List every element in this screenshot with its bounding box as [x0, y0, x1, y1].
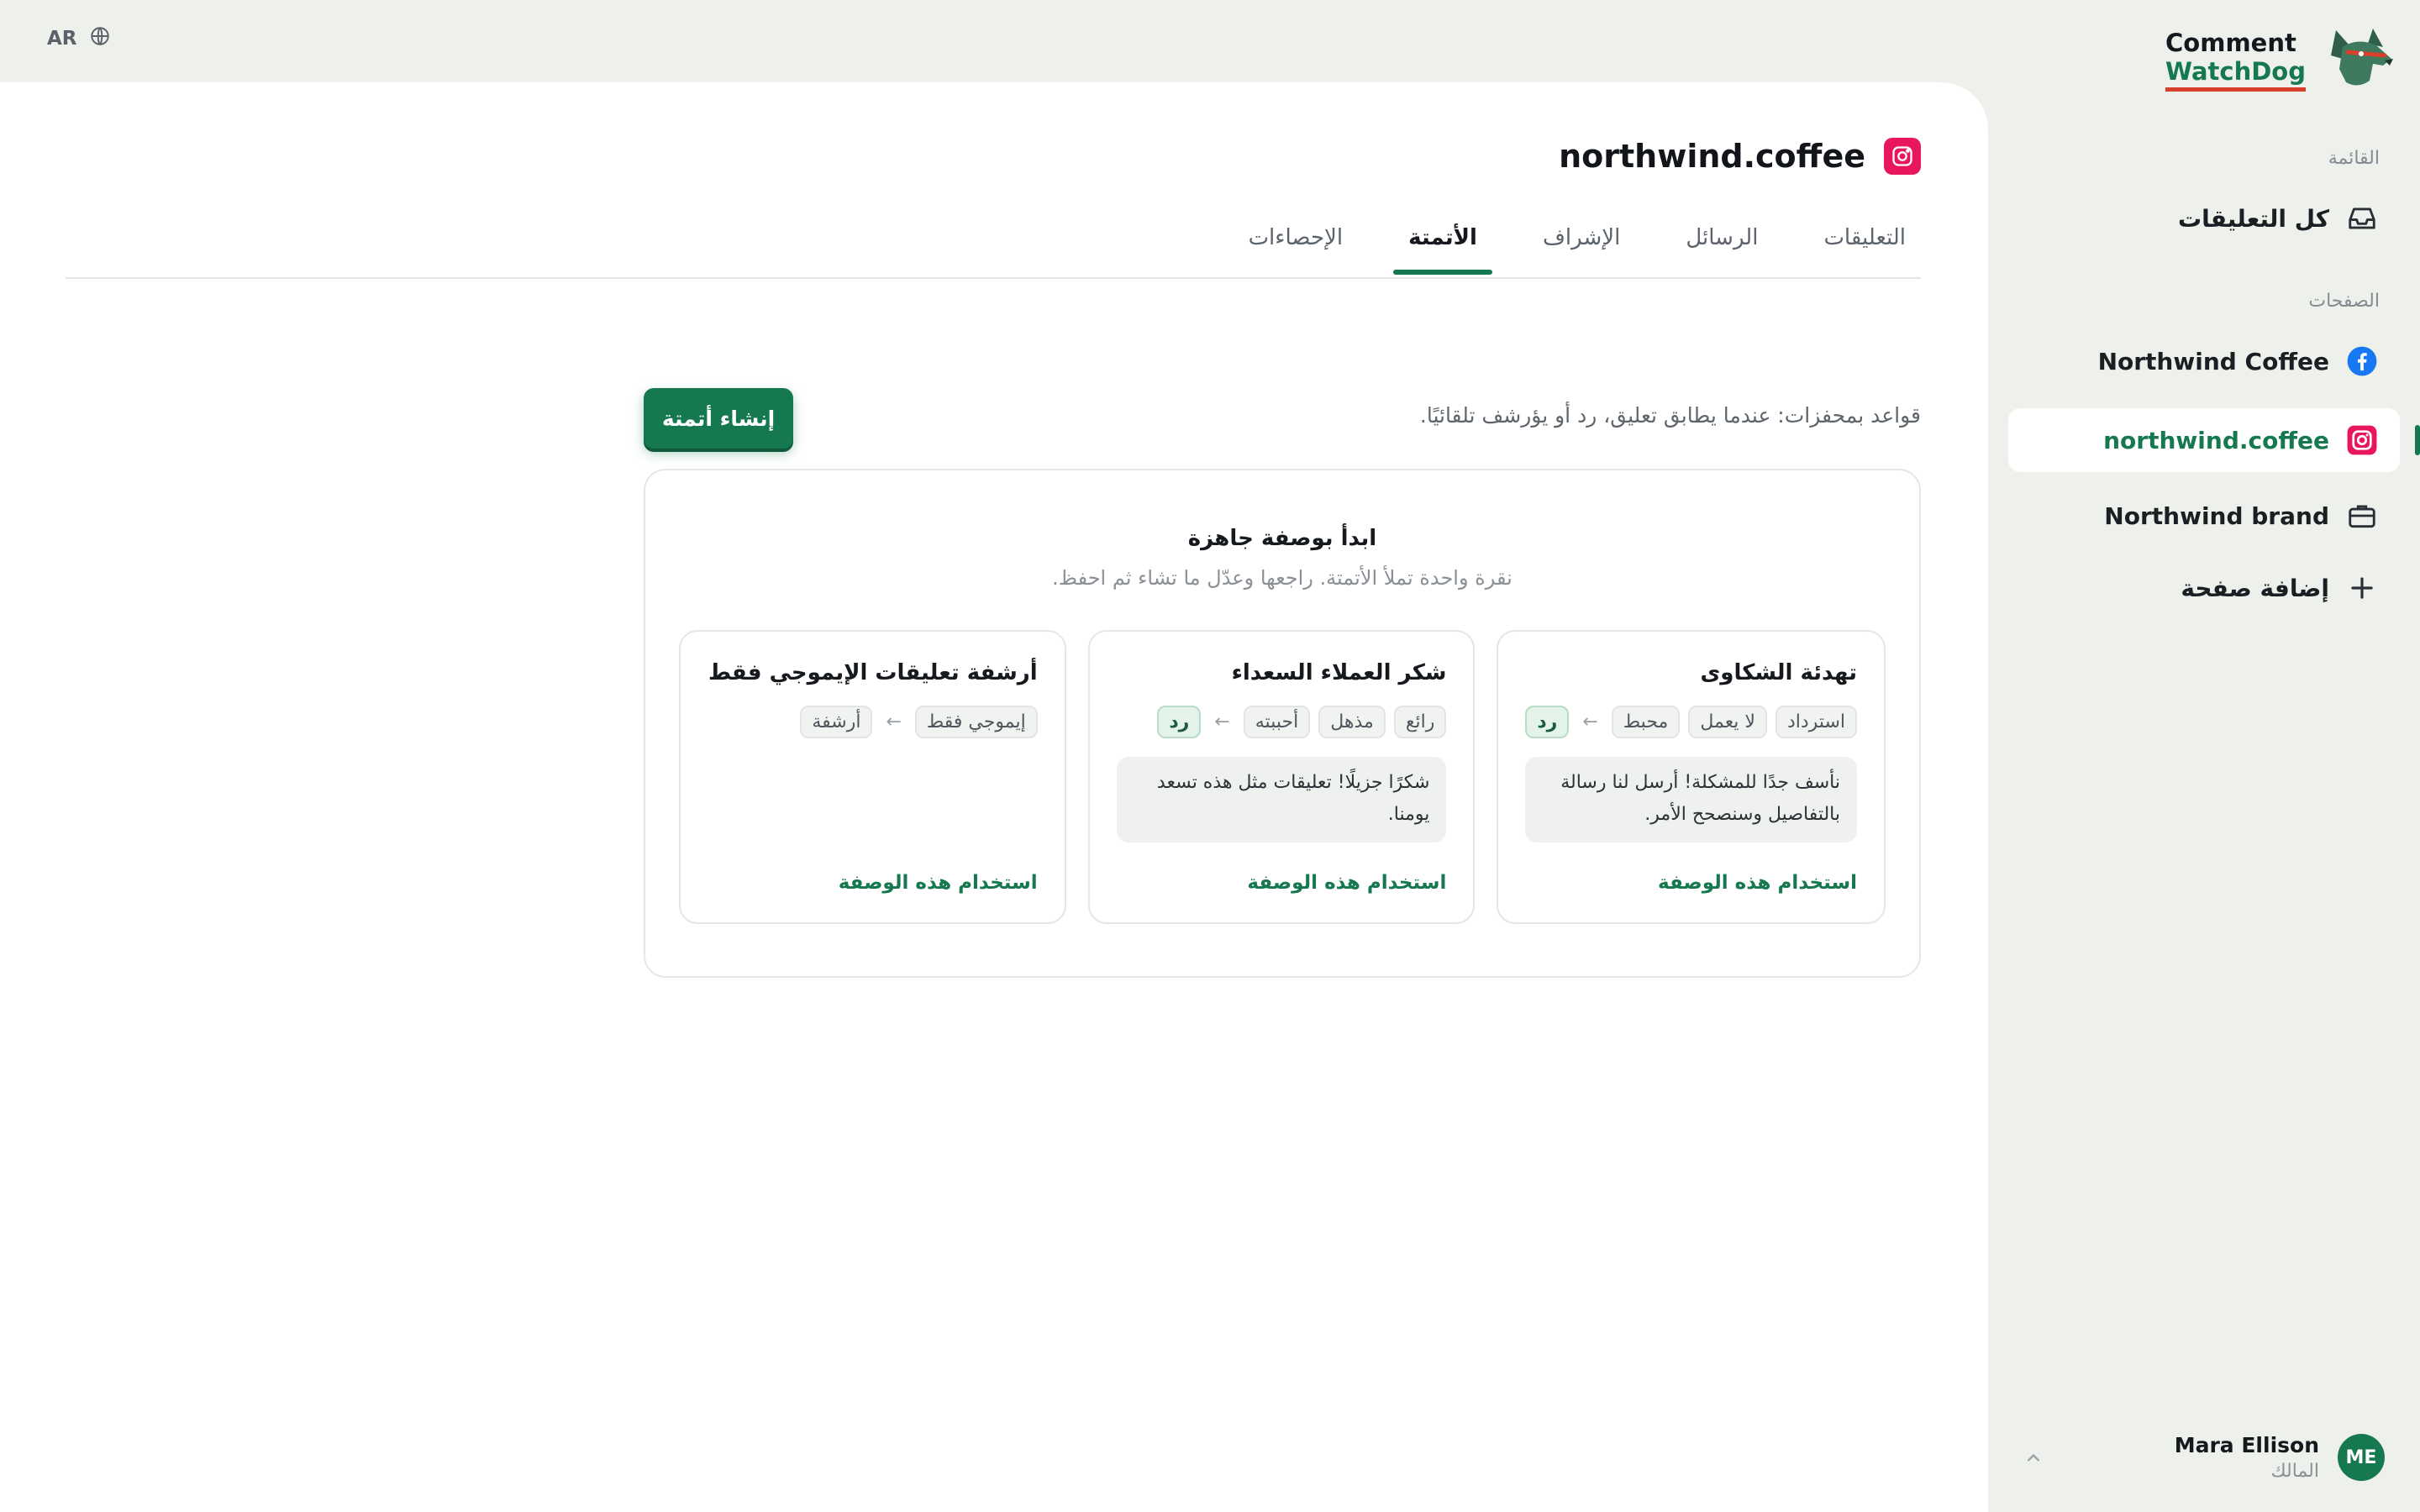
- globe-icon: [89, 25, 111, 52]
- action-chip: رد: [1157, 706, 1202, 738]
- sidebar-item-label: كل التعليقات: [2177, 204, 2329, 233]
- brand-line-2: WatchDog: [2165, 56, 2306, 92]
- recipe-card: شكر العملاء السعداء رائع مذهل أحببته ← ر…: [1087, 630, 1476, 924]
- sidebar: Comment WatchDog القائمة كل التعليقات ال…: [1988, 0, 2420, 1512]
- recipe-title: شكر العملاء السعداء: [1231, 660, 1447, 685]
- recipe-rule: استرداد لا يعمل محبط ← رد: [1525, 706, 1857, 738]
- add-page-button[interactable]: إضافة صفحة: [2181, 563, 2380, 613]
- trigger-chip: إيموجي فقط: [914, 706, 1038, 738]
- briefcase-icon: [2344, 498, 2380, 533]
- brand[interactable]: Comment WatchDog: [2165, 22, 2395, 96]
- reply-preview: شكرًا جزيلًا! تعليقات مثل هذه تسعد يومنا…: [1116, 757, 1447, 843]
- recipe-card: تهدئة الشكاوى استرداد لا يعمل محبط ← رد …: [1497, 630, 1886, 924]
- inbox-icon: [2344, 201, 2380, 236]
- dog-logo-icon: [2324, 22, 2395, 96]
- arrow-left-icon: ←: [1214, 711, 1230, 732]
- recipe-cards: تهدئة الشكاوى استرداد لا يعمل محبط ← رد …: [678, 630, 1886, 924]
- trigger-chip: استرداد: [1775, 706, 1857, 738]
- page-header: northwind.coffee: [1559, 138, 1921, 175]
- active-item-indicator: [2415, 425, 2420, 455]
- trigger-chip: محبط: [1611, 706, 1681, 738]
- create-automation-button[interactable]: إنشاء أتمتة: [644, 388, 793, 449]
- tab-automation[interactable]: الأتمتة: [1393, 217, 1492, 275]
- action-chip: أرشفة: [800, 706, 873, 738]
- brand-line-1: Comment: [2165, 28, 2296, 57]
- arrow-left-icon: ←: [886, 711, 902, 732]
- recipes-panel: ابدأ بوصفة جاهزة نقرة واحدة تملأ الأتمتة…: [644, 469, 1921, 978]
- chevron-up-icon[interactable]: [2022, 1446, 2045, 1470]
- user-name: Mara Ellison: [2174, 1433, 2319, 1457]
- user-info: Mara Ellison المالك: [2175, 1433, 2319, 1482]
- recipe-rule: رائع مذهل أحببته ← رد: [1117, 706, 1447, 738]
- tab-bar: التعليقات الرسائل الإشراف الأتمتة الإحصا…: [66, 217, 1921, 279]
- plus-icon: [2344, 570, 2380, 606]
- brand-name: Comment WatchDog: [2165, 28, 2306, 92]
- language-code: AR: [47, 28, 77, 50]
- user-menu[interactable]: ME Mara Ellison المالك: [2175, 1433, 2385, 1482]
- sidebar-item-label: Northwind Coffee: [2097, 347, 2329, 375]
- recipe-rule: إيموجي فقط ← أرشفة: [708, 706, 1038, 738]
- sidebar-item-label: Northwind brand: [2104, 501, 2329, 530]
- tab-statistics[interactable]: الإحصاءات: [1234, 217, 1359, 272]
- arrow-left-icon: ←: [1582, 711, 1598, 732]
- avatar: ME: [2338, 1434, 2385, 1481]
- automation-description: قواعد بمحفزات: عندما يطابق تعليق، رد أو …: [1419, 403, 1921, 428]
- trigger-chip: رائع: [1393, 706, 1447, 738]
- tab-comments[interactable]: التعليقات: [1808, 217, 1921, 272]
- main-panel: northwind.coffee التعليقات الرسائل الإشر…: [0, 82, 1988, 1512]
- recipe-title: تهدئة الشكاوى: [1700, 660, 1857, 685]
- sidebar-item-label: northwind.coffee: [2103, 426, 2329, 454]
- user-role: المالك: [2270, 1461, 2319, 1482]
- sidebar-item-northwind-brand[interactable]: Northwind brand: [2104, 491, 2380, 541]
- use-recipe-link[interactable]: استخدام هذه الوصفة: [1247, 872, 1446, 894]
- facebook-icon: [2344, 344, 2380, 379]
- page-title: northwind.coffee: [1559, 138, 1865, 175]
- language-switch[interactable]: AR: [47, 25, 111, 52]
- recipe-card: أرشفة تعليقات الإيموجي فقط إيموجي فقط ← …: [678, 630, 1066, 924]
- menu-section-label: القائمة: [2328, 148, 2380, 169]
- use-recipe-link[interactable]: استخدام هذه الوصفة: [1658, 872, 1857, 894]
- pages-section-label: الصفحات: [2308, 291, 2380, 312]
- action-chip: رد: [1525, 706, 1570, 738]
- instagram-icon: [2344, 423, 2380, 458]
- trigger-chip: لا يعمل: [1688, 706, 1767, 738]
- sidebar-item-northwind-coffee-instagram[interactable]: northwind.coffee: [2103, 415, 2380, 465]
- tab-moderation[interactable]: الإشراف: [1528, 217, 1635, 272]
- reply-preview: نأسف جدًا للمشكلة! أرسل لنا رسالة بالتفا…: [1525, 757, 1857, 843]
- add-page-label: إضافة صفحة: [2181, 574, 2329, 602]
- sidebar-item-northwind-coffee-facebook[interactable]: Northwind Coffee: [2098, 336, 2380, 386]
- recipe-title: أرشفة تعليقات الإيموجي فقط: [708, 660, 1038, 685]
- tab-messages[interactable]: الرسائل: [1670, 217, 1773, 272]
- recipes-subtitle: نقرة واحدة تملأ الأتمتة. راجعها وعدّل ما…: [1052, 566, 1512, 590]
- recipes-title: ابدأ بوصفة جاهزة: [1187, 526, 1377, 551]
- trigger-chip: مذهل: [1318, 706, 1386, 738]
- trigger-chip: أحببته: [1243, 706, 1311, 738]
- use-recipe-link[interactable]: استخدام هذه الوصفة: [839, 872, 1038, 894]
- instagram-icon: [1884, 138, 1921, 175]
- sidebar-item-all-comments[interactable]: كل التعليقات: [2178, 193, 2380, 244]
